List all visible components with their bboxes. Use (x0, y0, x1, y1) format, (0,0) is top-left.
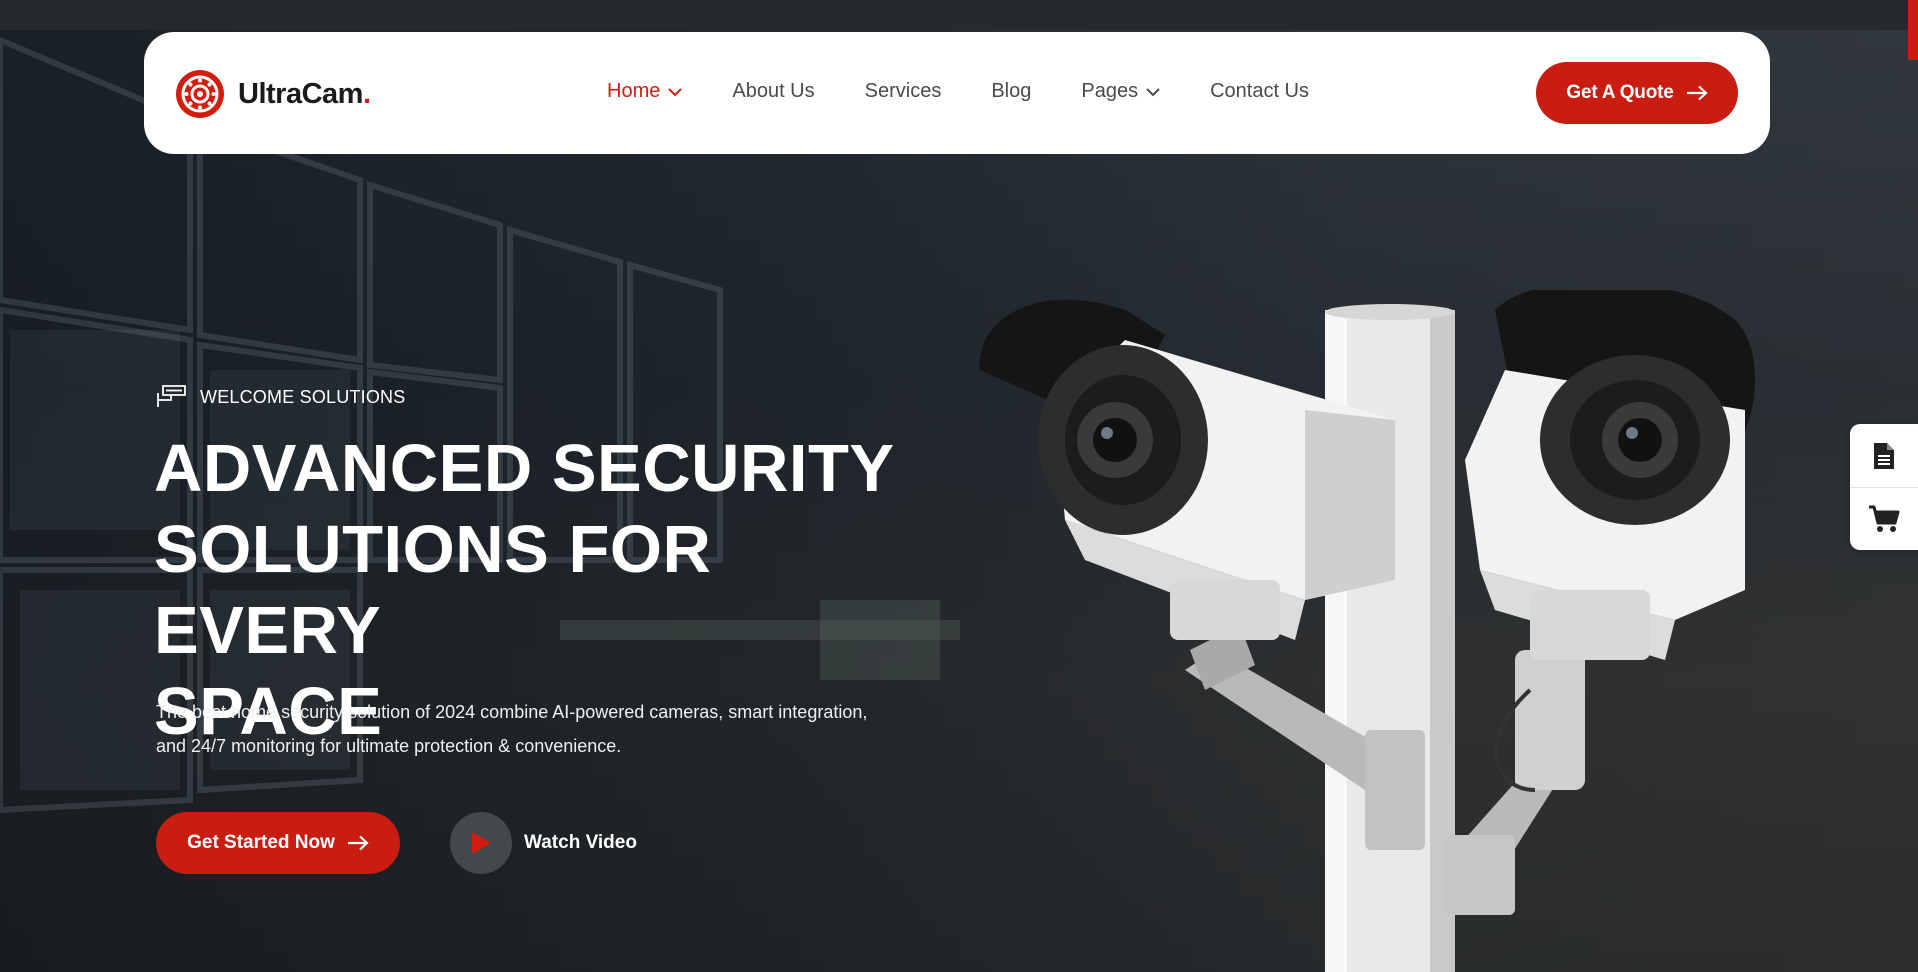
side-tool-document[interactable] (1850, 424, 1918, 487)
hero-description: The best home security solution of 2024 … (156, 702, 868, 756)
play-icon (472, 832, 491, 854)
watch-video-label: Watch Video (524, 832, 637, 853)
eyebrow-text: WELCOME SOLUTIONS (200, 386, 406, 407)
play-button[interactable] (450, 812, 512, 874)
chevron-down-icon (1146, 87, 1160, 96)
cctv-camera-icon (157, 385, 186, 407)
brand-name: UltraCam. (238, 77, 371, 110)
cart-icon (1869, 505, 1900, 532)
eyebrow: WELCOME SOLUTIONS (156, 383, 405, 411)
logo[interactable]: UltraCam. (174, 68, 371, 120)
arrow-right-icon (1686, 85, 1708, 101)
chevron-down-icon (668, 87, 683, 96)
nav-item-contact-us[interactable]: Contact Us (1210, 80, 1309, 103)
nav-item-pages[interactable]: Pages (1081, 80, 1160, 103)
watch-video-button[interactable]: Watch Video (450, 812, 637, 874)
hero-section: UltraCam. Home About Us Services Blog Pa… (0, 0, 1918, 972)
nav-item-services[interactable]: Services (865, 80, 942, 103)
cctv-cameras-image (979, 290, 1755, 972)
get-started-button[interactable]: Get Started Now (156, 812, 400, 874)
document-icon (1874, 442, 1894, 469)
nav-item-blog[interactable]: Blog (991, 80, 1031, 103)
floating-side-tools (1850, 424, 1918, 550)
scrollbar-accent (1908, 0, 1918, 60)
navbar: UltraCam. Home About Us Services Blog Pa… (144, 32, 1770, 154)
camera-lens-icon (176, 70, 224, 118)
arrow-right-icon (347, 835, 369, 851)
nav-item-home[interactable]: Home (607, 80, 683, 103)
main-nav: Home About Us Services Blog Pages Contac… (607, 80, 1359, 103)
side-tool-cart[interactable] (1850, 487, 1918, 550)
nav-item-about-us[interactable]: About Us (732, 80, 814, 103)
get-a-quote-button[interactable]: Get A Quote (1536, 62, 1738, 124)
